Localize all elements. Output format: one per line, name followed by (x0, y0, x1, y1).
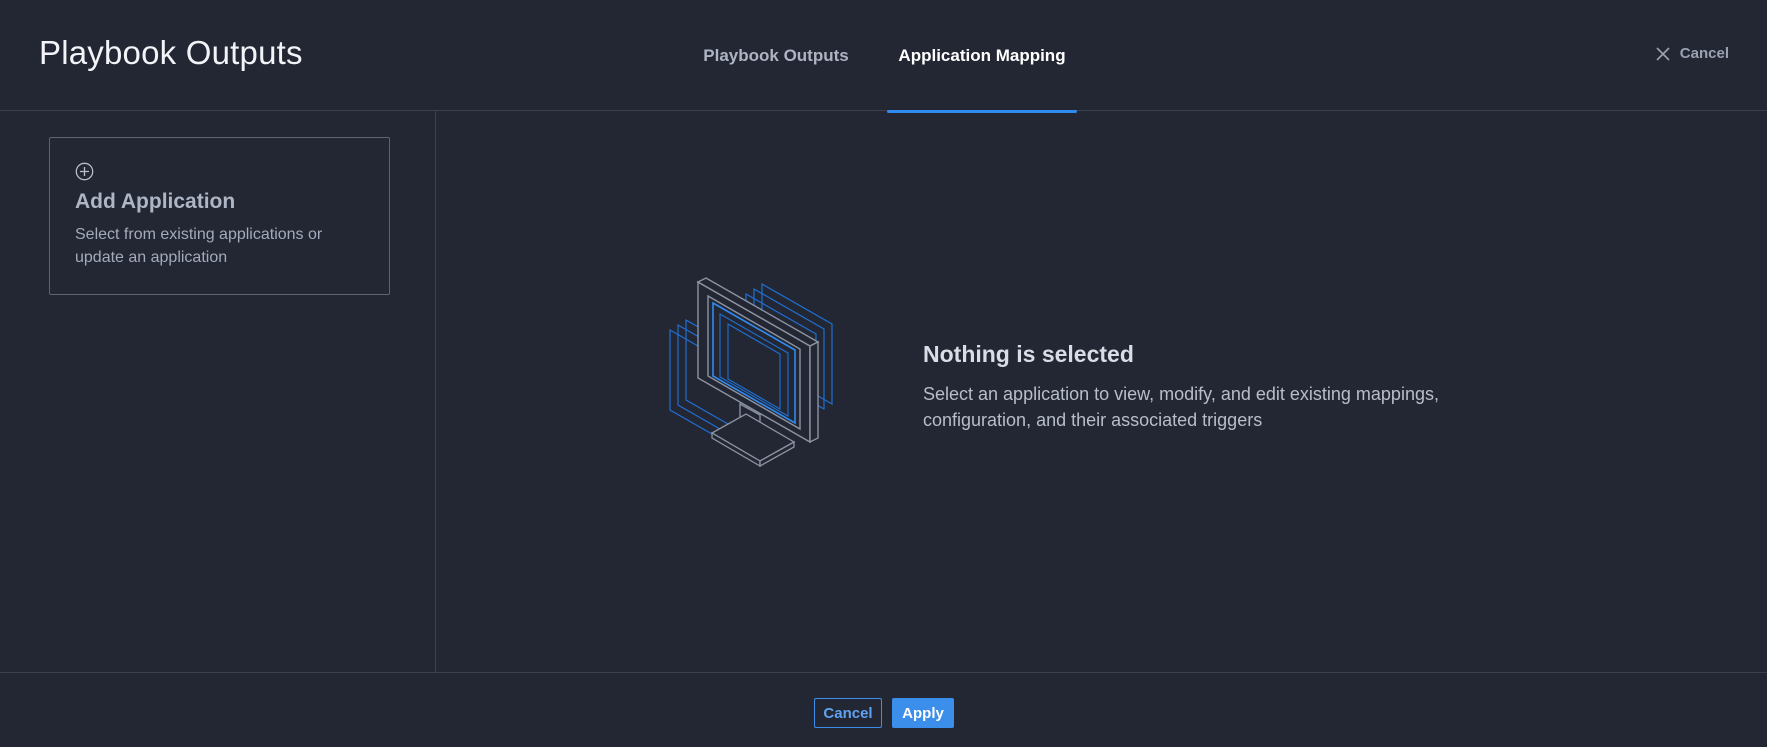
close-icon (1656, 46, 1670, 61)
plus-circle-icon (75, 162, 94, 186)
footer: Cancel Apply (0, 672, 1767, 747)
header-cancel-button[interactable]: Cancel (1656, 45, 1729, 62)
tab-playbook-outputs[interactable]: Playbook Outputs (692, 0, 860, 111)
tab-bar: Playbook Outputs Application Mapping (0, 0, 1767, 113)
cancel-button[interactable]: Cancel (814, 698, 882, 728)
add-application-card[interactable]: Add Application Select from existing app… (49, 137, 390, 295)
add-application-description: Select from existing applications or upd… (75, 226, 323, 266)
monitor-illustration-graphic (669, 277, 833, 468)
apply-button[interactable]: Apply (892, 698, 954, 728)
sidebar: Add Application Select from existing app… (0, 111, 436, 672)
empty-state-description: Select an application to view, modify, a… (923, 384, 1439, 430)
add-application-title: Add Application (75, 190, 236, 213)
header: Playbook Outputs Playbook Outputs Applic… (0, 0, 1767, 113)
monitor-illustration (662, 266, 872, 481)
header-cancel-label: Cancel (1679, 45, 1729, 62)
tab-application-mapping[interactable]: Application Mapping (887, 0, 1077, 113)
main-content: Nothing is selected Select an applicatio… (437, 111, 1767, 672)
empty-state-title: Nothing is selected (923, 341, 1134, 367)
